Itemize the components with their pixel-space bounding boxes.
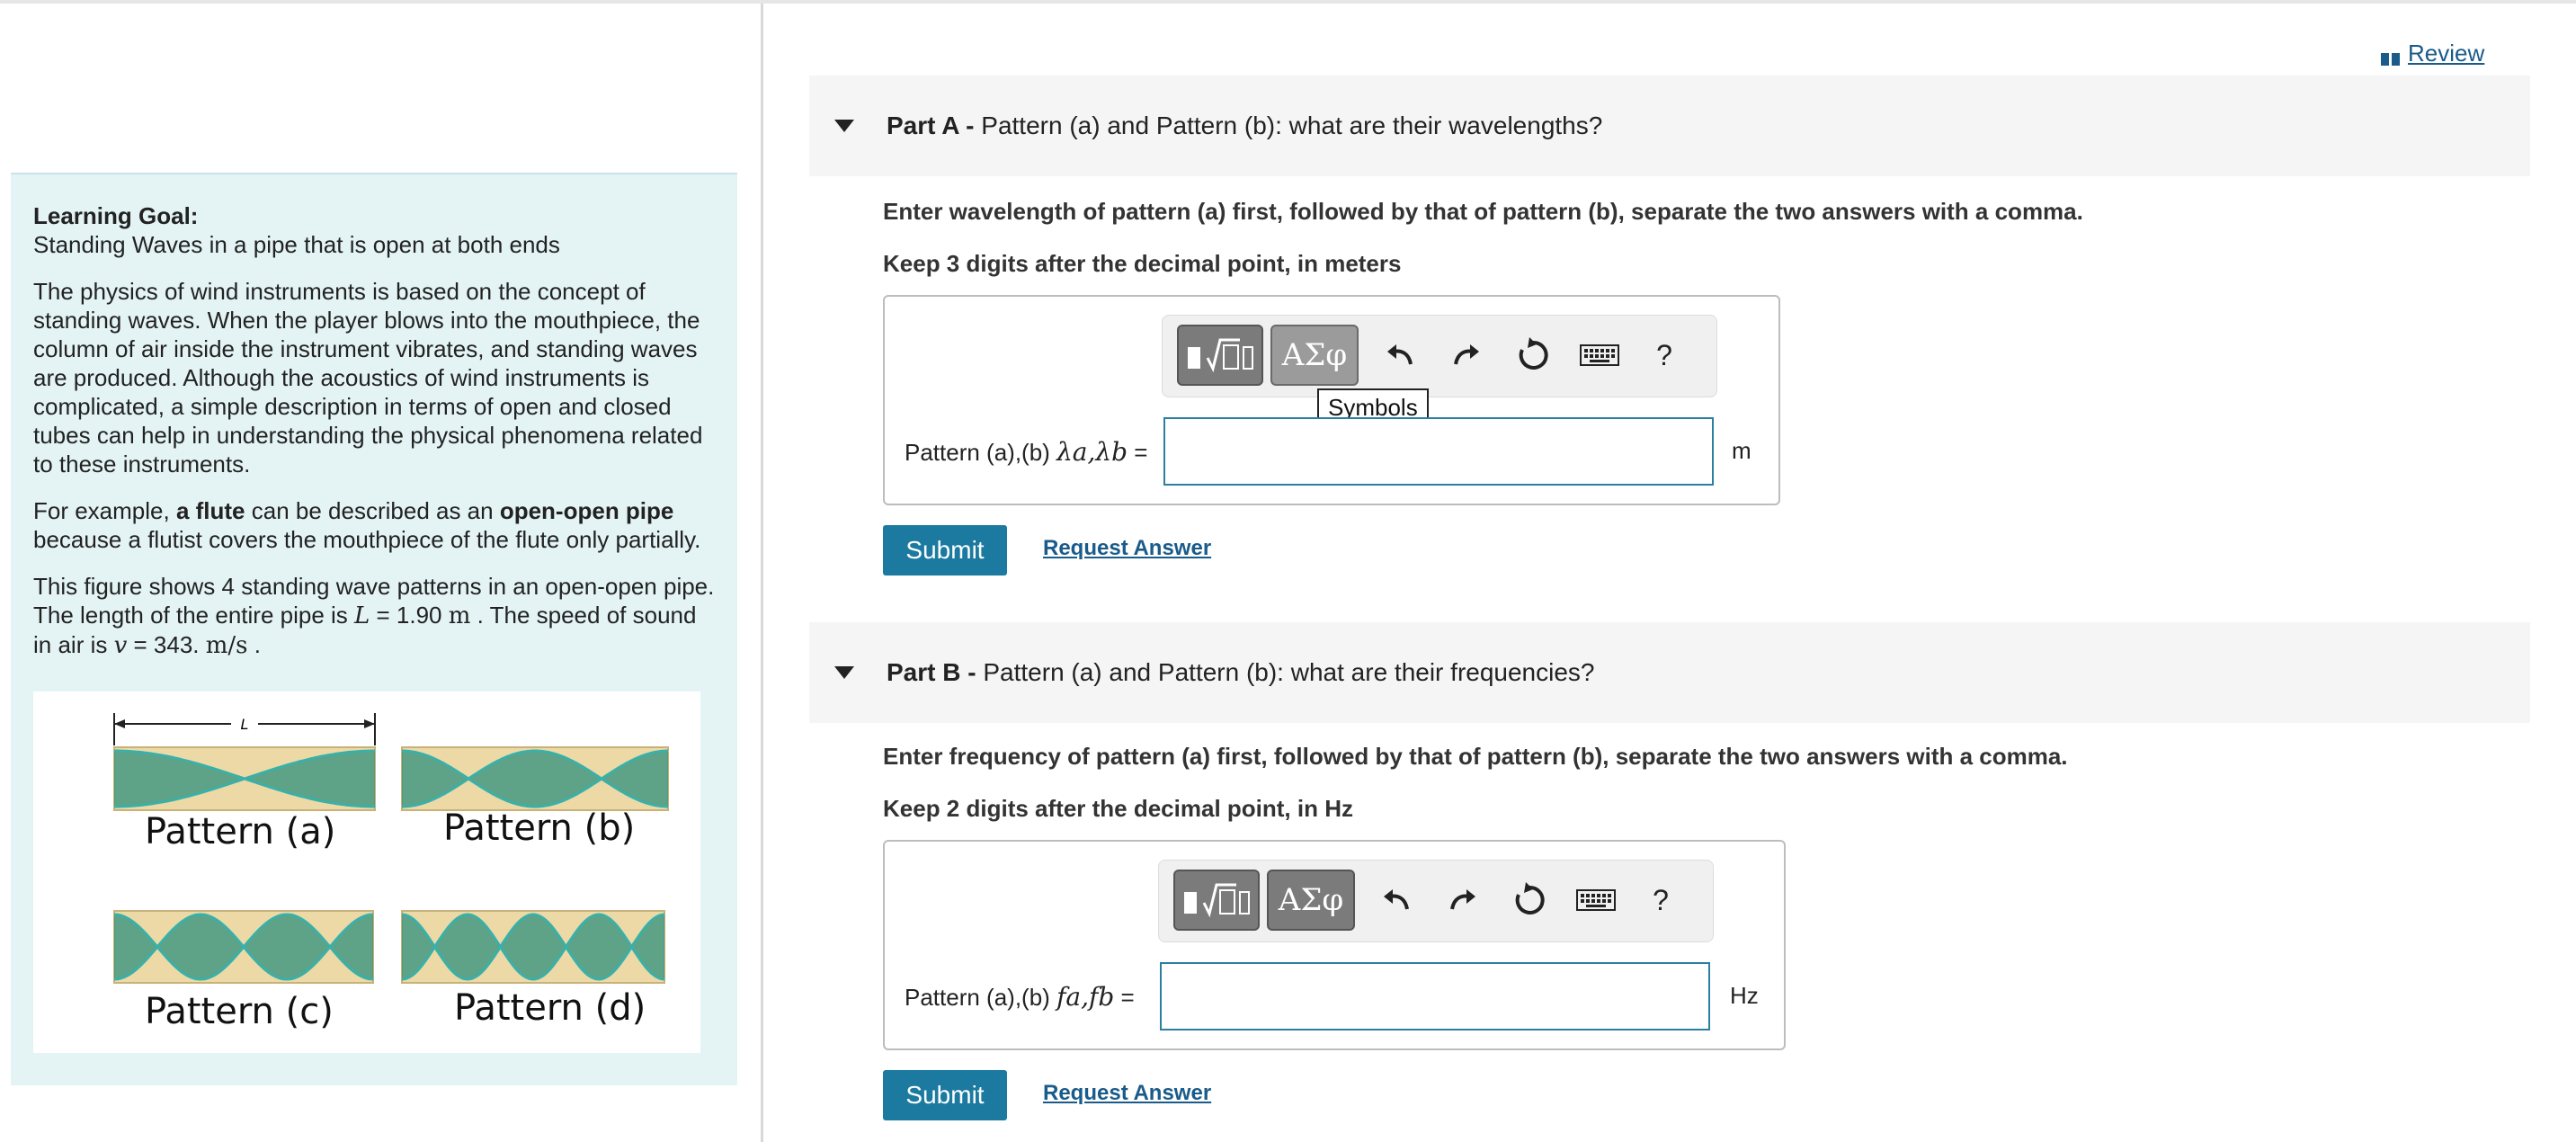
- part-b-question: Pattern (a) and Pattern (b): what are th…: [983, 658, 1595, 686]
- top-border: [0, 0, 2576, 4]
- part-b-header[interactable]: Part B - Pattern (a) and Pattern (b): wh…: [809, 622, 2530, 723]
- pattern-a-label: Pattern (a): [145, 811, 336, 852]
- dimension-label: L: [241, 716, 249, 733]
- review-link[interactable]: Review: [2381, 40, 2484, 67]
- pattern-b-label: Pattern (b): [443, 807, 636, 849]
- collapse-caret-icon[interactable]: [834, 120, 854, 132]
- undo-icon[interactable]: [1371, 870, 1422, 931]
- length-value: = 1.90: [370, 602, 449, 629]
- label-equals: =: [1114, 984, 1135, 1011]
- speed-value: = 343.: [127, 631, 206, 658]
- part-b-unit: Hz: [1730, 982, 1759, 1009]
- tube-d: [401, 910, 665, 984]
- bold-open-open-pipe: open-open pipe: [499, 497, 674, 524]
- label-math: λa,λb: [1056, 437, 1128, 467]
- label-text: Pattern (a),(b): [905, 439, 1057, 466]
- tube-a: [113, 746, 376, 811]
- label-math: fa,fb: [1056, 982, 1115, 1012]
- bold-flute: a flute: [175, 497, 245, 524]
- math-toolbar: ΑΣφ ?: [1158, 860, 1714, 942]
- undo-icon[interactable]: [1375, 325, 1425, 386]
- figure-paragraph: This figure shows 4 standing wave patter…: [33, 572, 715, 660]
- part-a-request-answer-link[interactable]: Request Answer: [1043, 536, 1211, 561]
- reset-icon[interactable]: [1508, 325, 1558, 386]
- review-label: Review: [2408, 40, 2485, 67]
- part-b-answer-label: Pattern (a),(b) fa,fb =: [905, 982, 1135, 1012]
- part-b-answer-box: ΑΣφ ? Pattern (a),(b) fa,fb = Hz: [883, 840, 1786, 1050]
- redo-icon[interactable]: [1441, 325, 1492, 386]
- part-b-request-answer-link[interactable]: Request Answer: [1043, 1081, 1211, 1106]
- text-run: can be described as an: [245, 497, 500, 524]
- help-button[interactable]: ?: [1639, 325, 1689, 386]
- part-a-instruction-2: Keep 3 digits after the decimal point, i…: [883, 250, 1402, 277]
- part-b-submit-button[interactable]: Submit: [883, 1070, 1007, 1120]
- pattern-c-label: Pattern (c): [145, 991, 334, 1032]
- part-a-title: Part A - Pattern (a) and Pattern (b): wh…: [887, 112, 1602, 140]
- right-arrowhead: [364, 719, 375, 728]
- keyboard-icon[interactable]: [1573, 325, 1627, 386]
- part-b-instruction-1: Enter frequency of pattern (a) first, fo…: [883, 743, 2068, 770]
- symbols-button[interactable]: ΑΣφ: [1270, 325, 1359, 386]
- speed-symbol: v: [113, 632, 128, 659]
- text-run: For example,: [33, 497, 176, 524]
- text-run: because a flutist covers the mouthpiece …: [33, 526, 701, 553]
- part-a-header[interactable]: Part A - Pattern (a) and Pattern (b): wh…: [809, 76, 2530, 176]
- label-equals: =: [1128, 439, 1148, 466]
- book-icon: [2381, 46, 2401, 66]
- learning-goal-title: Learning Goal:: [33, 202, 199, 229]
- part-a-unit: m: [1732, 437, 1752, 464]
- pattern-d-label: Pattern (d): [454, 987, 646, 1029]
- tubes-group: [113, 746, 669, 984]
- part-a-bold: Part A -: [887, 112, 982, 139]
- part-a-instruction-1: Enter wavelength of pattern (a) first, f…: [883, 198, 2083, 225]
- text-run: .: [247, 631, 261, 658]
- learning-goal-panel: Learning Goal: Standing Waves in a pipe …: [11, 173, 737, 1085]
- part-a-question: Pattern (a) and Pattern (b): what are th…: [981, 112, 1603, 139]
- tube-b: [401, 746, 669, 811]
- learning-goal-subtitle: Standing Waves in a pipe that is open at…: [33, 231, 560, 258]
- math-toolbar: ΑΣφ ?: [1162, 315, 1717, 397]
- intro-paragraph: The physics of wind instruments is based…: [33, 278, 703, 477]
- part-a-answer-label: Pattern (a),(b) λa,λb =: [905, 437, 1148, 467]
- part-b-title: Part B - Pattern (a) and Pattern (b): wh…: [887, 658, 1595, 687]
- length-symbol: L: [354, 602, 370, 629]
- part-b-bold: Part B -: [887, 658, 984, 686]
- panel-divider[interactable]: [761, 4, 763, 1142]
- flute-paragraph: For example, a flute can be described as…: [33, 496, 715, 554]
- label-text: Pattern (a),(b): [905, 984, 1057, 1011]
- standing-wave-figure: L Pattern (a) Pattern (b) Pattern (c) Pa…: [33, 691, 700, 1053]
- templates-icon: [1188, 338, 1253, 373]
- part-a-submit-button[interactable]: Submit: [883, 525, 1007, 575]
- tube-c: [113, 910, 374, 984]
- templates-button[interactable]: [1177, 325, 1263, 386]
- templates-button[interactable]: [1173, 870, 1260, 931]
- templates-icon: [1184, 883, 1250, 918]
- help-button[interactable]: ?: [1636, 870, 1686, 931]
- length-unit: m: [448, 602, 471, 629]
- symbols-button[interactable]: ΑΣφ: [1267, 870, 1355, 931]
- redo-icon[interactable]: [1438, 870, 1488, 931]
- part-a-answer-box: ΑΣφ ? Symbols Pattern (a),(b) λa,λb = m: [883, 295, 1780, 505]
- reset-icon[interactable]: [1504, 870, 1555, 931]
- left-arrowhead: [114, 719, 125, 728]
- speed-unit: m/s: [205, 632, 248, 659]
- part-b-instruction-2: Keep 2 digits after the decimal point, i…: [883, 795, 1353, 822]
- collapse-caret-icon[interactable]: [834, 666, 854, 679]
- part-b-answer-input[interactable]: [1160, 962, 1710, 1030]
- keyboard-icon[interactable]: [1569, 870, 1623, 931]
- part-a-answer-input[interactable]: [1163, 417, 1714, 486]
